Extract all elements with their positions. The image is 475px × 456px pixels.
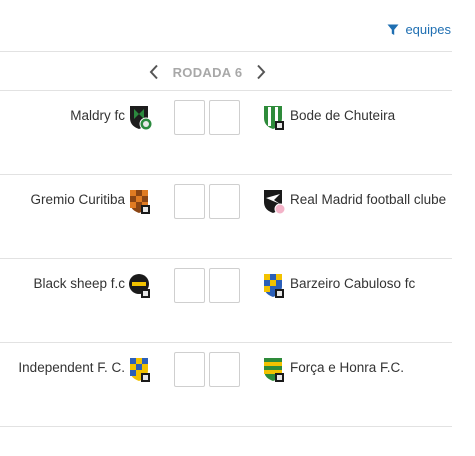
brown-orange-checkered-crest-icon (130, 190, 150, 214)
nav-divider (0, 90, 452, 91)
home-score-input[interactable] (174, 352, 205, 387)
away-score-input[interactable] (209, 352, 240, 387)
away-score-input[interactable] (209, 100, 240, 135)
filter-icon (387, 24, 399, 35)
teams-filter-label: equipes (405, 22, 451, 37)
away-score-input[interactable] (209, 184, 240, 219)
match-row: Independent F. C. Força e Honra F.C. (0, 344, 475, 428)
home-score-input[interactable] (174, 100, 205, 135)
green-white-striped-crest-icon (264, 106, 284, 130)
chevron-left-icon (149, 64, 158, 80)
home-team-name: Maldry fc (70, 108, 125, 123)
blue-yellow-checkered-crest-icon (264, 274, 284, 298)
previous-round-button[interactable] (145, 61, 163, 83)
home-team-name: Independent F. C. (18, 360, 125, 375)
away-team-name: Real Madrid football clube (290, 192, 447, 207)
black-white-crest-icon (264, 190, 286, 215)
home-team-name: Gremio Curitiba (30, 192, 125, 207)
away-team-name: Força e Honra F.C. (290, 360, 405, 375)
black-green-shield-crest-icon (130, 106, 153, 131)
chevron-right-icon (257, 64, 266, 80)
home-score-input[interactable] (174, 268, 205, 303)
green-yellow-striped-crest-icon (264, 358, 284, 382)
match-row: Maldry fc Bode de Chuteira (0, 92, 475, 176)
home-score-input[interactable] (174, 184, 205, 219)
match-divider (0, 174, 452, 175)
next-round-button[interactable] (252, 61, 270, 83)
match-divider (0, 426, 452, 427)
round-view: equipes RODADA 6 Maldry fc Bode de Chute… (0, 0, 475, 456)
header-divider (0, 51, 452, 52)
away-score-input[interactable] (209, 268, 240, 303)
blue-yellow-checkered-crest-icon (130, 358, 150, 382)
round-navigation: RODADA 6 (0, 60, 415, 84)
home-team-name: Black sheep f.c (33, 276, 125, 291)
away-team-name: Bode de Chuteira (290, 108, 396, 123)
teams-filter-link[interactable]: equipes (387, 22, 451, 37)
round-label: RODADA 6 (172, 64, 243, 80)
match-divider (0, 258, 452, 259)
match-divider (0, 342, 452, 343)
match-row: Black sheep f.c Barzeiro Cabuloso fc (0, 260, 475, 344)
black-yellow-circle-crest-icon (129, 274, 150, 298)
match-row: Gremio Curitiba Real Madrid football clu… (0, 176, 475, 260)
away-team-name: Barzeiro Cabuloso fc (290, 276, 416, 291)
